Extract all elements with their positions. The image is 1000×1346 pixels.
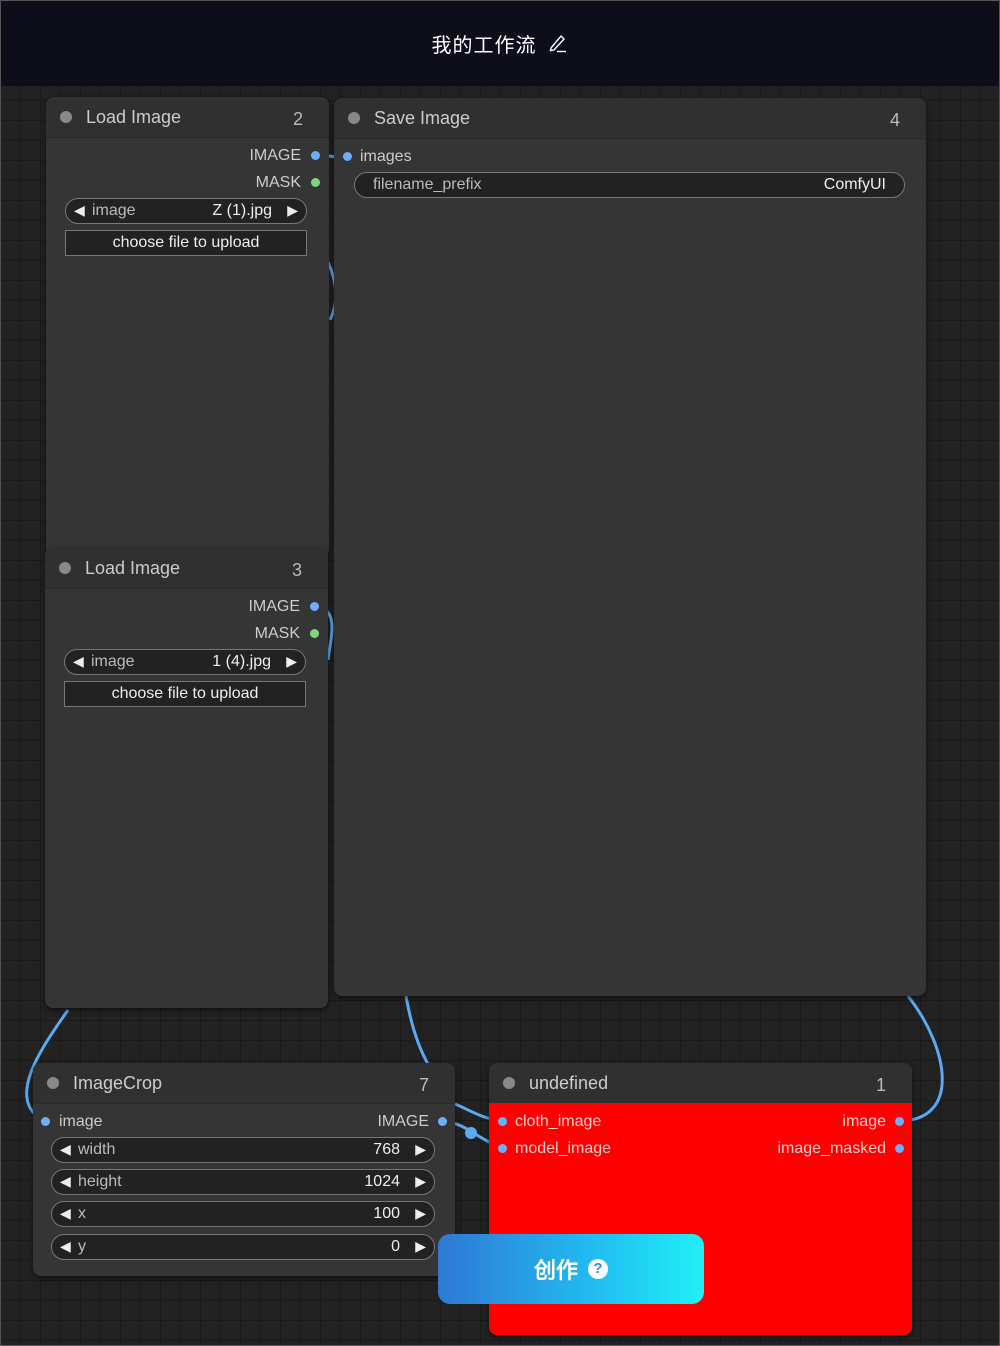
input-slot-images[interactable] [343, 152, 352, 161]
increment-arrow-icon[interactable]: ▶ [415, 1205, 426, 1222]
output-label-image-masked: image_masked [777, 1140, 887, 1157]
increment-arrow-icon[interactable]: ▶ [287, 202, 298, 219]
filename-prefix-label: filename_prefix [373, 176, 482, 193]
node-id: 1 [875, 1075, 886, 1095]
node-id: 4 [889, 110, 900, 130]
collapse-dot[interactable] [47, 1077, 59, 1089]
y-label: y [78, 1238, 86, 1255]
output-slot-image[interactable] [438, 1117, 447, 1126]
node-load-image-2[interactable]: Load Image 2 IMAGE MASK ◀ image Z (1).jp… [46, 97, 329, 557]
input-label-image: image [59, 1113, 103, 1130]
node-header[interactable]: Load Image 3 [45, 548, 328, 589]
image-combo-label: image [92, 202, 136, 219]
node-id: 7 [418, 1075, 429, 1095]
node-load-image-3[interactable]: Load Image 3 IMAGE MASK ◀ image 1 (4).jp… [45, 548, 328, 1008]
node-header[interactable]: undefined 1 [489, 1063, 912, 1104]
node-title: Save Image [374, 108, 471, 128]
image-combo-value: 1 (4).jpg [212, 653, 271, 670]
output-label-image: IMAGE [377, 1113, 429, 1130]
filename-prefix-field[interactable]: filename_prefix ComfyUI [354, 172, 905, 198]
node-title: undefined [529, 1073, 609, 1093]
x-number[interactable]: ◀ x 100 ▶ [51, 1201, 435, 1227]
height-label: height [78, 1173, 122, 1190]
collapse-dot[interactable] [348, 112, 360, 124]
output-label-image: IMAGE [249, 147, 301, 164]
output-label-image: IMAGE [248, 598, 300, 615]
output-label-image: image [842, 1113, 886, 1130]
decrement-arrow-icon[interactable]: ◀ [73, 653, 84, 670]
output-slot-mask[interactable] [311, 178, 320, 187]
x-label: x [78, 1205, 86, 1222]
node-id: 3 [291, 560, 302, 580]
image-combo[interactable]: ◀ image 1 (4).jpg ▶ [64, 649, 306, 675]
upload-button[interactable]: choose file to upload [65, 230, 307, 256]
link-save-down [404, 995, 430, 1065]
input-slot-model-image[interactable] [498, 1144, 507, 1153]
decrement-arrow-icon[interactable]: ◀ [60, 1173, 71, 1190]
image-combo-value: Z (1).jpg [212, 202, 272, 219]
collapse-dot[interactable] [60, 111, 72, 123]
output-slot-mask[interactable] [310, 629, 319, 638]
decrement-arrow-icon[interactable]: ◀ [60, 1141, 71, 1158]
node-title: Load Image [86, 107, 182, 127]
output-slot-image[interactable] [310, 602, 319, 611]
upload-button[interactable]: choose file to upload [64, 681, 306, 707]
decrement-arrow-icon[interactable]: ◀ [60, 1238, 71, 1255]
node-header[interactable]: ImageCrop 7 [33, 1063, 455, 1104]
input-slot-image[interactable] [41, 1117, 50, 1126]
image-combo-label: image [91, 653, 135, 670]
y-number[interactable]: ◀ y 0 ▶ [51, 1234, 435, 1260]
decrement-arrow-icon[interactable]: ◀ [74, 202, 85, 219]
height-value: 1024 [364, 1173, 400, 1190]
create-button-label: 创作 [533, 1258, 578, 1283]
width-value: 768 [373, 1141, 400, 1158]
input-label-model-image: model_image [515, 1140, 612, 1157]
increment-arrow-icon[interactable]: ▶ [415, 1173, 426, 1190]
create-button[interactable]: 创作 ? [438, 1234, 704, 1304]
node-title: ImageCrop [73, 1073, 163, 1093]
output-label-mask: MASK [254, 625, 300, 642]
y-value: 0 [391, 1238, 400, 1255]
node-header[interactable]: Load Image 2 [46, 97, 329, 138]
input-label-images: images [360, 148, 412, 165]
help-icon[interactable]: ? [588, 1259, 608, 1279]
collapse-dot[interactable] [503, 1077, 515, 1089]
node-id: 2 [292, 109, 303, 129]
x-value: 100 [373, 1205, 400, 1222]
collapse-dot[interactable] [59, 562, 71, 574]
node-image-crop[interactable]: ImageCrop 7 image IMAGE ◀ width 768 ▶ ◀ … [33, 1063, 455, 1276]
height-number[interactable]: ◀ height 1024 ▶ [51, 1169, 435, 1195]
increment-arrow-icon[interactable]: ▶ [415, 1238, 426, 1255]
input-slot-cloth-image[interactable] [498, 1117, 507, 1126]
output-label-mask: MASK [255, 174, 301, 191]
increment-arrow-icon[interactable]: ▶ [415, 1141, 426, 1158]
output-slot-image-masked[interactable] [895, 1144, 904, 1153]
output-slot-image[interactable] [311, 151, 320, 160]
decrement-arrow-icon[interactable]: ◀ [60, 1205, 71, 1222]
filename-prefix-value: ComfyUI [823, 176, 886, 193]
node-header[interactable]: Save Image 4 [334, 98, 926, 139]
input-label-cloth-image: cloth_image [515, 1113, 602, 1130]
image-combo[interactable]: ◀ image Z (1).jpg ▶ [65, 198, 307, 224]
node-title: Load Image [85, 558, 181, 578]
width-label: width [78, 1141, 116, 1158]
node-save-image[interactable]: Save Image 4 images filename_prefix Comf… [334, 98, 926, 996]
width-number[interactable]: ◀ width 768 ▶ [51, 1137, 435, 1163]
increment-arrow-icon[interactable]: ▶ [286, 653, 297, 670]
output-slot-image[interactable] [895, 1117, 904, 1126]
